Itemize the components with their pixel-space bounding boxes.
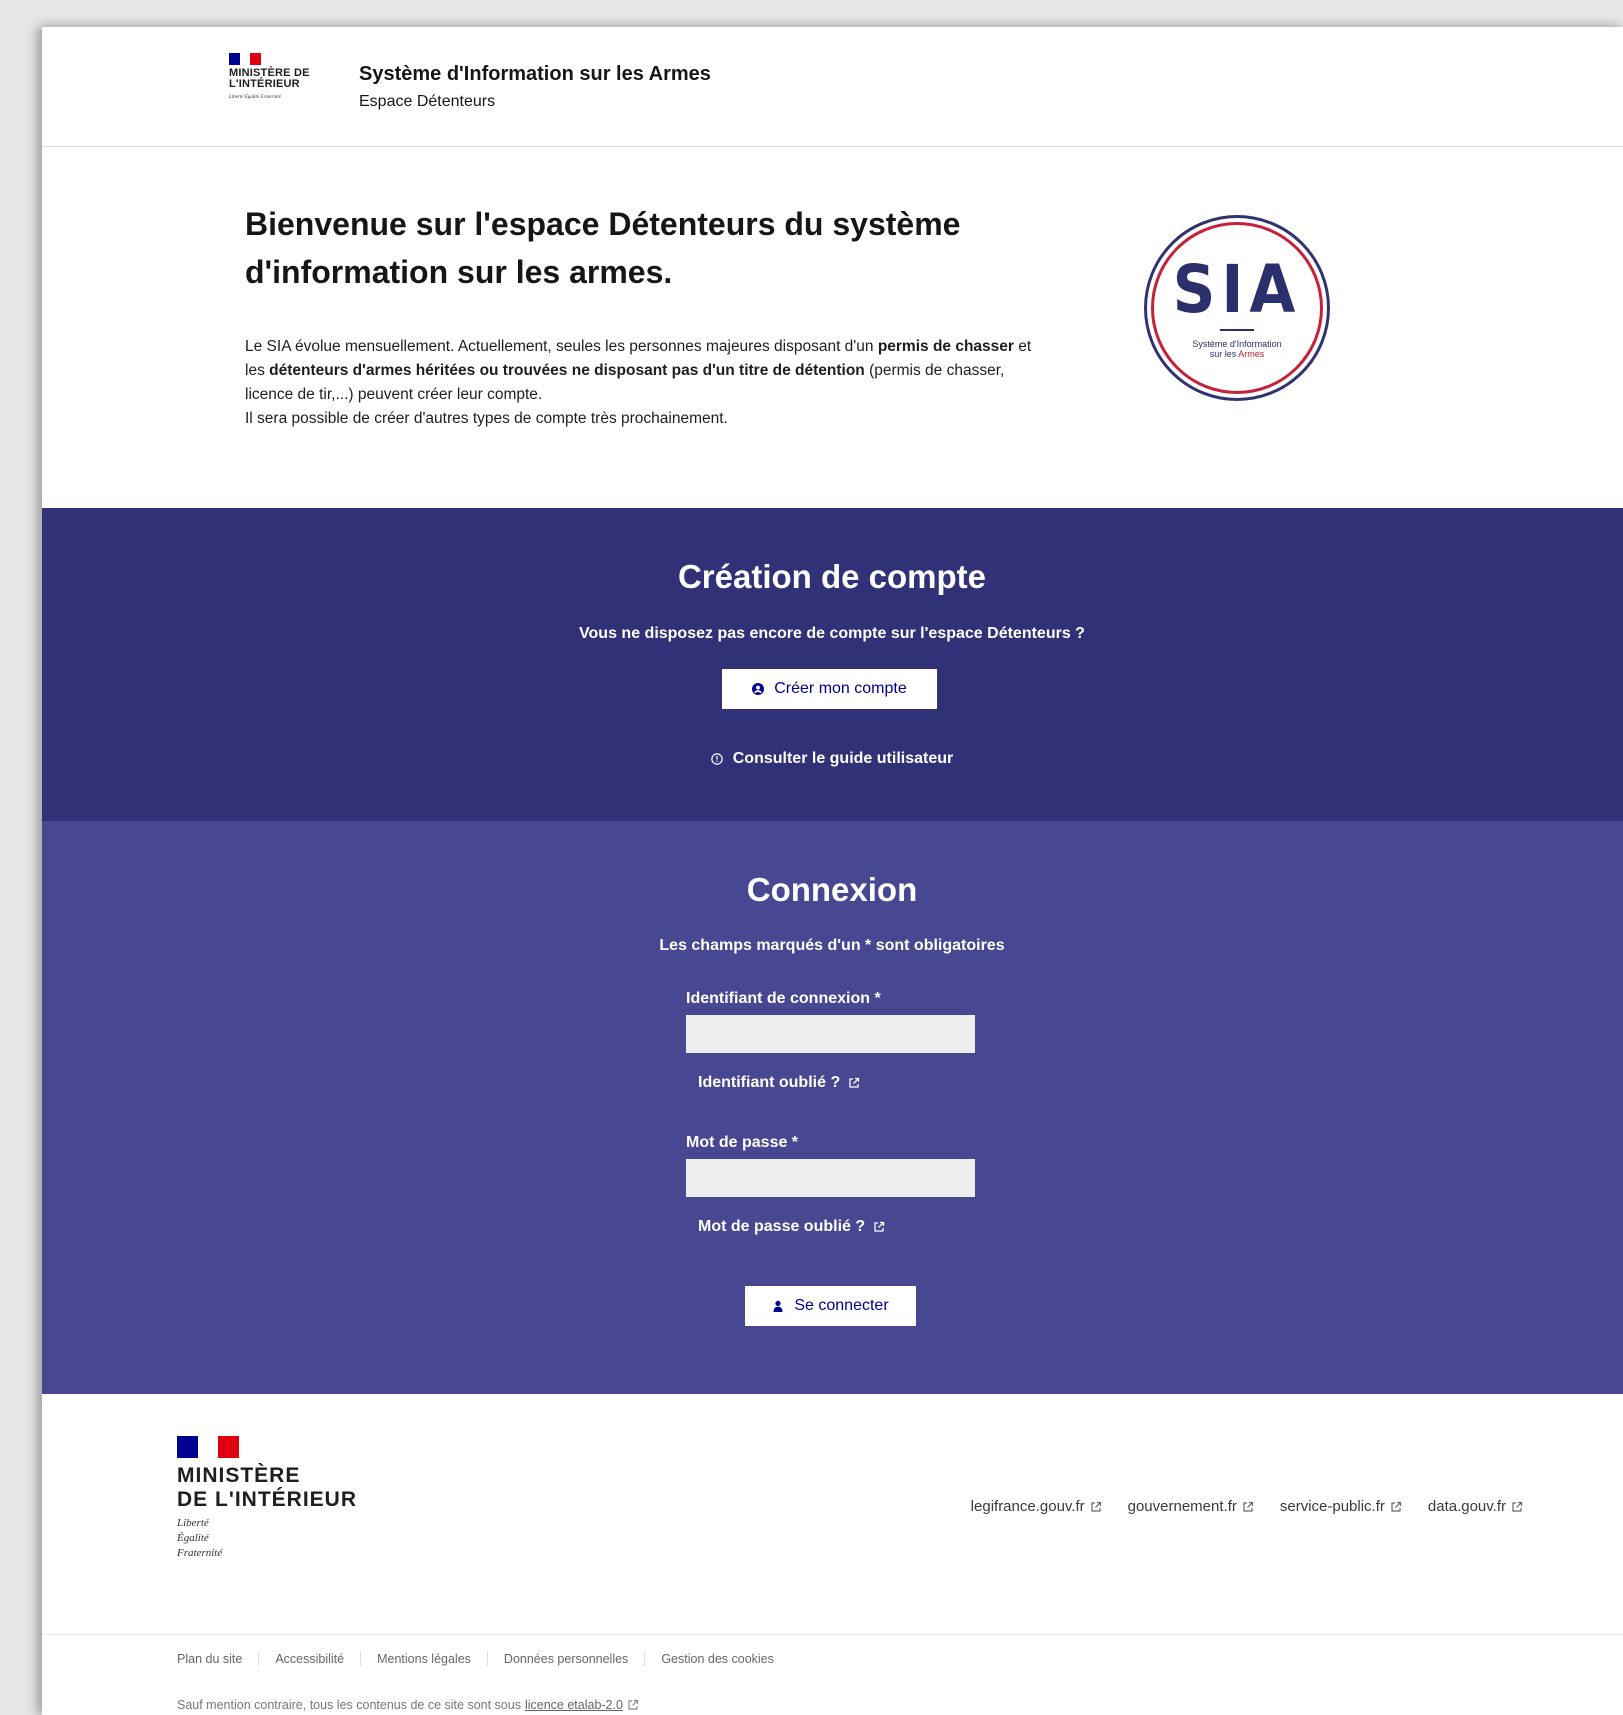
- footer-external-links: legifrance.gouv.fr gouvernement.fr servi…: [971, 1498, 1523, 1515]
- external-link-icon: [628, 1699, 639, 1710]
- login-heading: Connexion: [746, 871, 918, 908]
- account-creation-section: Création de compte Vous ne disposez pas …: [42, 508, 1623, 821]
- forgot-password-label: Mot de passe oublié ?: [698, 1218, 866, 1235]
- sia-logo-line2a: sur les: [1209, 349, 1239, 359]
- intro-bold-1: permis de chasser: [877, 338, 1014, 355]
- info-icon: [711, 753, 723, 765]
- site-subtitle: Espace Détenteurs: [359, 93, 496, 110]
- footer-link-cookies[interactable]: Gestion des cookies: [644, 1652, 790, 1666]
- intro-bold-2: détenteurs d'armes héritées ou trouvées …: [269, 362, 865, 379]
- ministry-logo[interactable]: MINISTÈRE DE L'INTÉRIEUR Liberté Égalité…: [229, 53, 339, 133]
- password-label: Mot de passe *: [686, 1134, 799, 1151]
- create-account-button[interactable]: Créer mon compte: [722, 669, 937, 709]
- external-link-icon: [849, 1077, 860, 1088]
- footer-link-service-public[interactable]: service-public.fr: [1280, 1498, 1402, 1515]
- login-section: Connexion Les champs marqués d'un * sont…: [42, 821, 1623, 1391]
- page-frame: MINISTÈRE DE L'INTÉRIEUR Liberté Égalité…: [42, 27, 1623, 1715]
- footer-link-personal-data[interactable]: Données personnelles: [486, 1652, 644, 1666]
- footer-divider: [42, 1634, 1623, 1635]
- page-title: Bienvenue sur l'espace Détenteurs du sys…: [245, 206, 961, 290]
- sia-logo-line2: sur les Armes: [1210, 349, 1265, 359]
- license-text: Sauf mention contraire, tous les contenu…: [177, 1698, 521, 1712]
- footer-ministry-line2: DE L'INTÉRIEUR: [177, 1488, 358, 1511]
- intro-text-4: Il sera possible de créer d'autres types…: [245, 410, 728, 427]
- intro-section: Bienvenue sur l'espace Détenteurs du sys…: [42, 147, 1623, 508]
- external-link-icon: [1512, 1501, 1523, 1512]
- site-header: MINISTÈRE DE L'INTÉRIEUR Liberté Égalité…: [42, 27, 1623, 147]
- create-account-label: Créer mon compte: [774, 680, 907, 697]
- creation-question: Vous ne disposez pas encore de compte su…: [579, 625, 1085, 642]
- external-link-icon: [1091, 1501, 1101, 1512]
- footer-link-sitemap[interactable]: Plan du site: [177, 1652, 258, 1666]
- sia-logo: SIA Système d'Information sur les Armes: [1144, 215, 1330, 401]
- sia-logo-line1: Système d'Information: [1192, 339, 1282, 349]
- required-fields-note: Les champs marqués d'un * sont obligatoi…: [659, 937, 1005, 954]
- footer-link-data-gouv[interactable]: data.gouv.fr: [1428, 1498, 1523, 1515]
- site-footer: MINISTÈRE DE L'INTÉRIEUR Liberté Égalité…: [42, 1391, 1623, 1715]
- footer-ministry-line1: MINISTÈRE: [177, 1464, 301, 1487]
- footer-link-accessibility[interactable]: Accessibilité: [258, 1652, 360, 1666]
- footer-bottom-links: Plan du site Accessibilité Mentions léga…: [177, 1652, 790, 1666]
- footer-motto-3: Fraternité: [177, 1547, 223, 1559]
- password-input[interactable]: [686, 1159, 975, 1197]
- account-circle-icon: [752, 683, 765, 695]
- sia-logo-line2b: Armes: [1238, 349, 1265, 359]
- external-link-icon: [1391, 1501, 1401, 1512]
- ministry-name: MINISTÈRE DE L'INTÉRIEUR: [229, 67, 310, 90]
- external-link-icon: [874, 1221, 885, 1232]
- user-guide-link[interactable]: Consulter le guide utilisateur: [42, 750, 1622, 768]
- external-link-icon: [1243, 1501, 1253, 1512]
- footer-link-gouvernement[interactable]: gouvernement.fr: [1128, 1498, 1254, 1515]
- login-button-label: Se connecter: [794, 1297, 889, 1314]
- intro-description: Le SIA évolue mensuellement. Actuellemen…: [245, 335, 1035, 431]
- license-link[interactable]: licence etalab-2.0: [525, 1698, 623, 1712]
- login-button[interactable]: Se connecter: [745, 1286, 916, 1326]
- footer-link-legal[interactable]: Mentions légales: [360, 1652, 487, 1666]
- forgot-id-label: Identifiant oublié ?: [698, 1074, 841, 1091]
- intro-text-1: Le SIA évolue mensuellement. Actuellemen…: [245, 338, 878, 355]
- forgot-password-link[interactable]: Mot de passe oublié ?: [698, 1218, 885, 1236]
- french-flag-icon: [229, 53, 262, 65]
- french-flag-icon: [177, 1436, 240, 1458]
- login-id-input[interactable]: [686, 1015, 975, 1053]
- footer-link-legifrance[interactable]: legifrance.gouv.fr: [971, 1498, 1102, 1515]
- sia-logo-text: SIA: [1172, 251, 1302, 328]
- login-id-label: Identifiant de connexion *: [686, 990, 881, 1007]
- forgot-id-link[interactable]: Identifiant oublié ?: [698, 1074, 860, 1092]
- ministry-motto: Liberté Égalité Fraternité: [229, 95, 281, 100]
- footer-motto-1: Liberté: [177, 1517, 209, 1529]
- footer-ministry-logo[interactable]: MINISTÈRE DE L'INTÉRIEUR Liberté Égalité…: [177, 1436, 357, 1561]
- creation-heading: Création de compte: [677, 558, 987, 595]
- user-guide-label: Consulter le guide utilisateur: [732, 750, 954, 767]
- sia-logo-divider: [1220, 329, 1254, 331]
- footer-motto-2: Égalité: [177, 1532, 209, 1544]
- site-title[interactable]: Système d'Information sur les Armes: [359, 63, 711, 86]
- user-icon: [773, 1300, 783, 1312]
- footer-license: Sauf mention contraire, tous les contenu…: [177, 1698, 639, 1712]
